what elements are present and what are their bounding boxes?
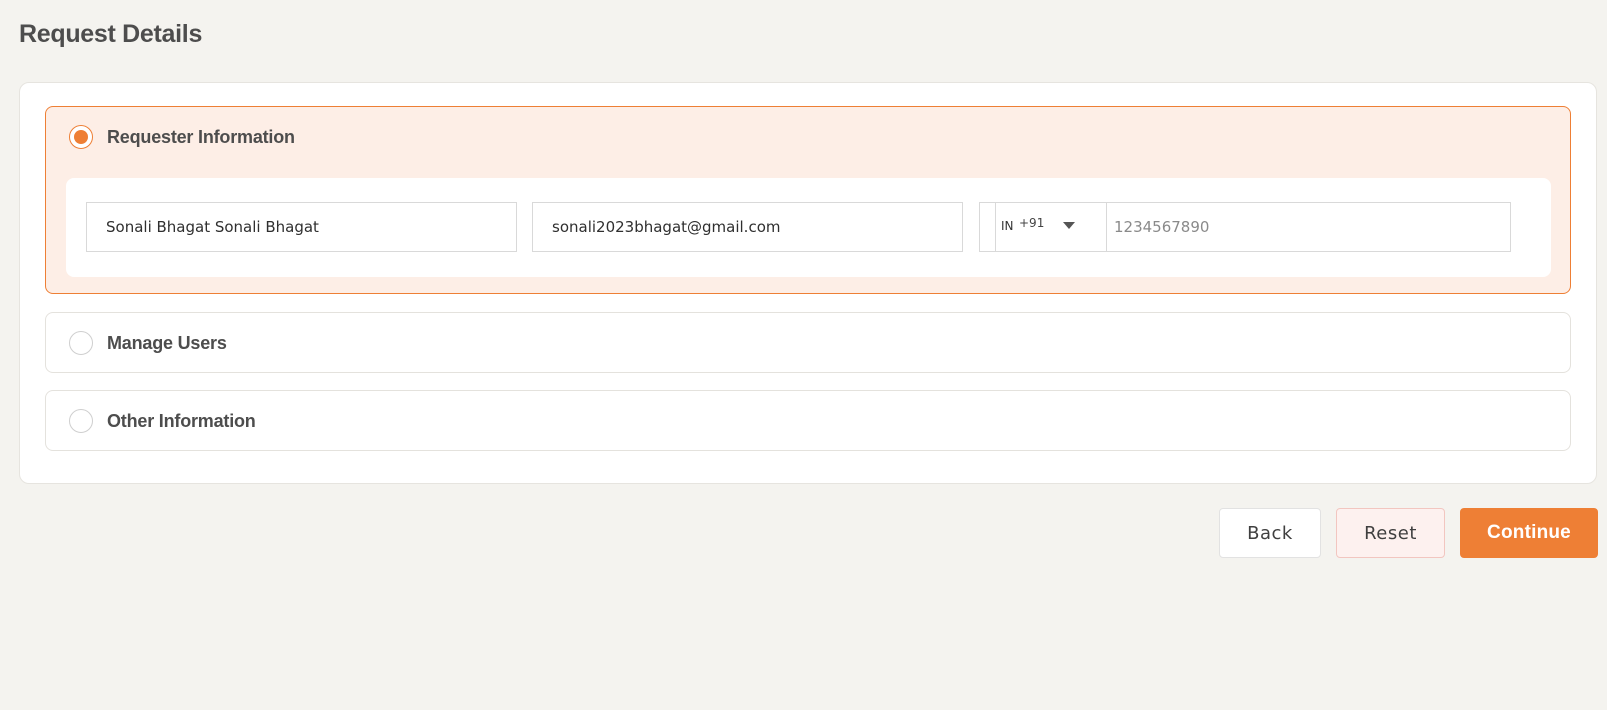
- section-manage-users: Manage Users: [45, 312, 1571, 373]
- continue-button[interactable]: Continue: [1460, 508, 1598, 558]
- country-code-select[interactable]: IN +91: [995, 202, 1107, 252]
- name-field[interactable]: [86, 202, 517, 252]
- other-information-radio[interactable]: [69, 409, 93, 433]
- section-other-information-header[interactable]: Other Information: [46, 391, 1570, 451]
- request-details-card: Requester Information IN +91 Manage User…: [19, 82, 1597, 484]
- page-title: Request Details: [19, 20, 203, 48]
- chevron-down-icon: [1063, 222, 1075, 229]
- manage-users-radio[interactable]: [69, 331, 93, 355]
- reset-button[interactable]: Reset: [1336, 508, 1445, 558]
- country-code: IN: [1001, 219, 1014, 233]
- requester-information-radio[interactable]: [69, 125, 93, 149]
- section-requester-information: Requester Information IN +91: [45, 106, 1571, 294]
- dial-code: +91: [1019, 216, 1045, 230]
- section-label: Requester Information: [107, 126, 295, 147]
- back-button[interactable]: Back: [1219, 508, 1321, 558]
- section-requester-information-header[interactable]: Requester Information: [46, 107, 1570, 167]
- email-field[interactable]: [532, 202, 963, 252]
- phone-field-group: IN +91: [979, 202, 1512, 252]
- section-label: Manage Users: [107, 332, 227, 353]
- phone-number-input[interactable]: [1107, 202, 1512, 252]
- section-label: Other Information: [107, 410, 256, 431]
- section-other-information: Other Information: [45, 390, 1571, 451]
- section-manage-users-header[interactable]: Manage Users: [46, 313, 1570, 373]
- requester-fields: IN +91: [66, 178, 1551, 277]
